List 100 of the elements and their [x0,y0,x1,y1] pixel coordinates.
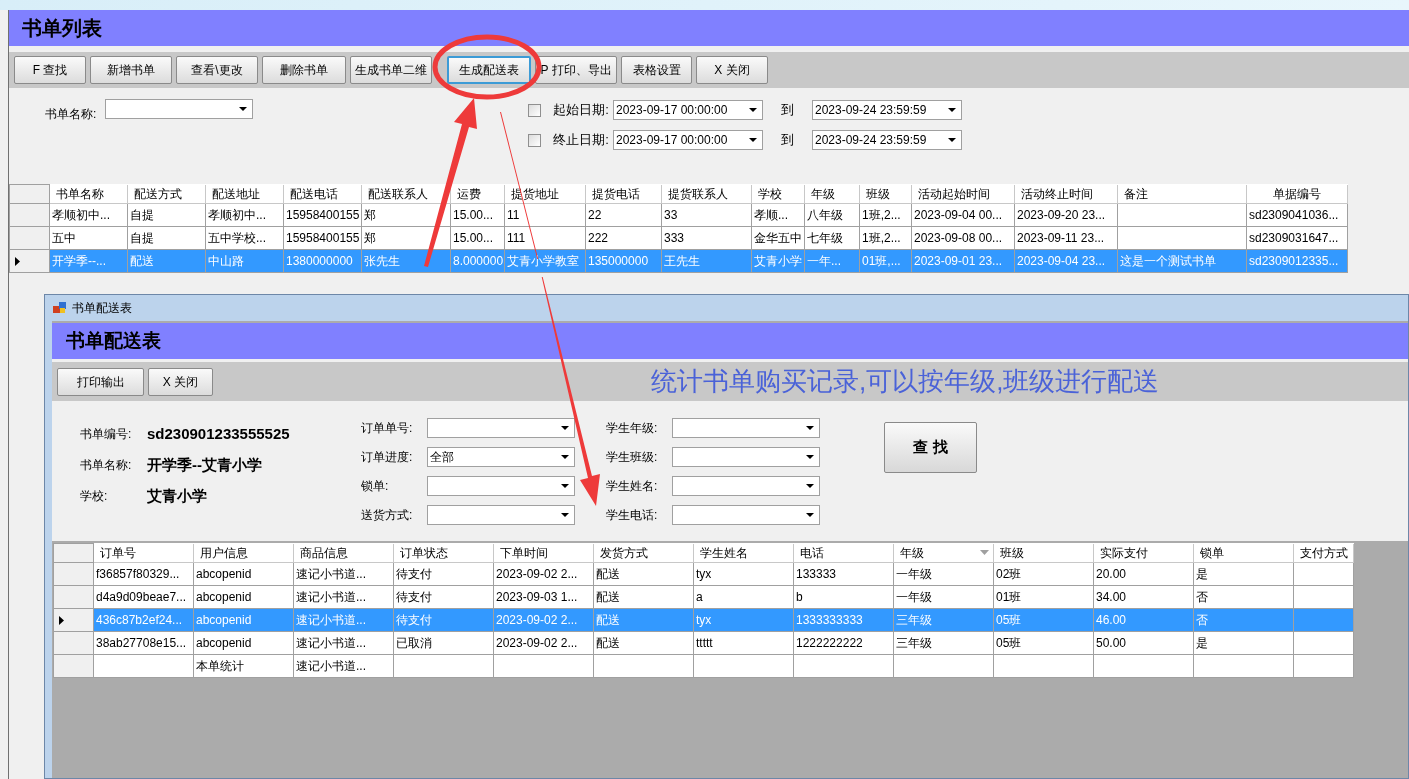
dropdown-field[interactable] [427,418,575,438]
table-cell: 五中 [49,226,128,250]
date-picker[interactable]: 2023-09-17 00:00:00 [612,130,763,150]
column-header[interactable]: 提货地址 [504,184,586,204]
toolbar-button[interactable]: 查看\更改 [176,56,258,84]
dropdown-arrow-icon [239,107,248,111]
column-header[interactable]: 提货电话 [585,184,662,204]
table-cell: d4a9d09beae7... [93,585,194,609]
column-header[interactable]: 电话 [793,543,894,563]
dropdown-field[interactable] [672,505,820,525]
table-row[interactable]: 本单统计 速记小书道... [53,654,1354,678]
column-header[interactable]: 学校 [751,184,805,204]
column-header[interactable]: 用户信息 [193,543,294,563]
column-header[interactable]: 发货方式 [593,543,694,563]
dropdown-value: 全部 [430,449,454,466]
table-cell: sd2309041036... [1246,203,1348,227]
table-cell: 1222222222 [793,631,894,655]
column-header[interactable]: 配送电话 [283,184,362,204]
toolbar-button[interactable]: 删除书单 [262,56,346,84]
table-cell: 七年级 [804,226,860,250]
column-header[interactable]: 年级 [804,184,860,204]
dropdown-value: 2023-09-24 23:59:59 [814,132,927,149]
dropdown-value: 2023-09-17 00:00:00 [615,132,728,149]
column-header[interactable]: 配送地址 [205,184,284,204]
dropdown-field[interactable] [672,418,820,438]
column-header[interactable]: 配送方式 [127,184,206,204]
field-label: 锁单: [361,478,390,495]
column-header[interactable]: 活动起始时间 [911,184,1015,204]
column-header[interactable]: 实际支付 [1093,543,1194,563]
column-header[interactable]: 书单名称 [49,184,128,204]
field-label: 订单单号: [361,420,414,437]
dropdown-field[interactable] [672,447,820,467]
dropdown-arrow-icon [806,426,814,430]
table-cell: 8.000000 [450,249,505,273]
book-name-dropdown[interactable] [105,99,254,119]
checkbox[interactable] [528,133,542,147]
table-cell: 速记小书道... [293,631,394,655]
date-picker[interactable]: 2023-09-17 00:00:00 [612,100,763,120]
search-button[interactable]: 查 找 [884,422,977,473]
dropdown-field[interactable]: 全部 [427,447,575,467]
toolbar-button[interactable]: 新增书单 [90,56,172,84]
toolbar-button[interactable]: F 查找 [14,56,86,84]
column-header[interactable]: 活动终止时间 [1014,184,1118,204]
toolbar-button[interactable]: X 关闭 [696,56,768,84]
toolbar-button[interactable]: 表格设置 [621,56,692,84]
field-label: 订单进度: [361,449,414,466]
dropdown-field[interactable] [427,476,575,496]
date-picker[interactable]: 2023-09-24 23:59:59 [811,100,962,120]
table-cell: 金华五中 [751,226,805,250]
table-row[interactable]: d4a9d09beae7... abcopenid 速记小书道... 待支付 2023-09-03 1... 配送 a b 一年级 01班 34.00 否 [53,585,1354,609]
column-header[interactable]: 班级 [859,184,912,204]
table-cell: 速记小书道... [293,654,394,678]
field-label: 书单名称: [45,106,97,123]
table-row[interactable]: f36857f80329... abcopenid 速记小书道... 待支付 2023-09-02 2... 配送 tyx 133333 一年级 02班 20.00 是 [53,562,1354,586]
column-header[interactable]: 订单号 [93,543,194,563]
column-header[interactable]: 备注 [1117,184,1247,204]
table-cell: 否 [1193,585,1294,609]
dropdown-field[interactable] [672,476,820,496]
toolbar-button[interactable]: X 关闭 [148,367,213,396]
table-row[interactable]: 38ab27708e15... abcopenid 速记小书道... 已取消 2023-09-02 2... 配送 ttttt 1222222222 三年级 05班 50.00 是 [53,631,1354,655]
table-cell: 待支付 [393,585,494,609]
table-cell: 是 [1193,631,1294,655]
table-cell: tyx [693,562,794,586]
toolbar-button[interactable]: 生成书单二维 [350,56,432,84]
table-cell: a [693,585,794,609]
toolbar-button[interactable]: 打印输出 [57,367,144,396]
column-header[interactable]: 配送联系人 [361,184,451,204]
table-cell: 22 [585,203,662,227]
dropdown-field[interactable] [427,505,575,525]
field-value: sd230901233555525 [147,423,290,444]
field-label: 到 [780,131,794,150]
annotation-text: 统计书单购买记录,可以按年级,班级进行配送 [651,365,1160,398]
column-header[interactable]: 订单状态 [393,543,494,563]
table-cell: 一年级 [893,585,994,609]
dropdown-arrow-icon [806,513,814,517]
toolbar-button[interactable]: 生成配送表 [447,56,531,84]
window-title: 书单配送表 [72,300,132,317]
field-label: 起始日期: [553,101,609,120]
column-header[interactable]: 班级 [993,543,1094,563]
column-header[interactable]: 年级 [893,543,994,563]
column-header[interactable]: 单据编号 [1246,184,1348,204]
column-header[interactable]: 运费 [450,184,505,204]
checkbox[interactable] [528,103,542,117]
table-cell: 2023-09-11 23... [1014,226,1118,250]
toolbar-button[interactable]: P 打印、导出 [535,56,617,84]
column-header[interactable]: 商品信息 [293,543,394,563]
table-cell: 艾青小学 [751,249,805,273]
column-header[interactable]: 锁单 [1193,543,1294,563]
column-header[interactable]: 学生姓名 [693,543,794,563]
column-header[interactable]: 下单时间 [493,543,594,563]
table-cell: 三年级 [893,608,994,632]
dropdown-arrow-icon [561,426,569,430]
window-title: 书单列表 [22,16,102,41]
dropdown-arrow-icon [947,138,956,142]
date-picker[interactable]: 2023-09-24 23:59:59 [811,130,962,150]
column-header[interactable]: 支付方式 [1293,543,1354,563]
table-row[interactable]: 五中 自提 五中学校... 15958400155 郑 15.00... 111 222 333 金华五中 七年级 1班,2... 2023-09-08 00... 2023-09-11 23... sd2309031647... [9,226,1348,250]
table-row[interactable]: 孝顺初中... 自提 孝顺初中... 15958400155 郑 15.00... 11 22 33 孝顺... 八年级 1班,2... 2023-09-04 00... 2023-09-20 23... sd2309041036... [9,203,1348,227]
column-header[interactable]: 提货联系人 [661,184,752,204]
table-cell: abcopenid [193,608,294,632]
